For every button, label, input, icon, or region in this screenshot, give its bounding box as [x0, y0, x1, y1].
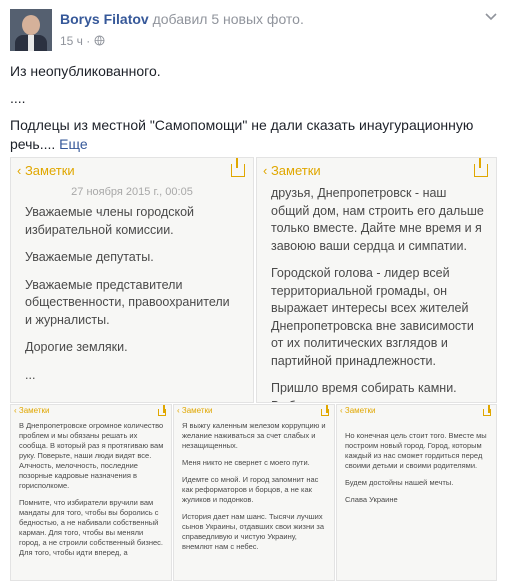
notes-nav-bar: ‹ Заметки [257, 158, 496, 186]
post-text-line: .... [10, 90, 26, 106]
author-name[interactable]: Borys Filatov [60, 11, 149, 27]
avatar[interactable] [10, 9, 52, 51]
note-paragraph: Слава Украине [345, 495, 398, 504]
notes-nav-bar: ‹ Заметки [337, 405, 496, 419]
header-line: Borys Filatov добавил 5 новых фото. [60, 11, 304, 27]
note-date: 27 ноября 2015 г., 00:05 [71, 186, 193, 198]
post-text-line: Подлецы из местной "Самопомощи" не дали … [10, 117, 474, 152]
share-icon [483, 405, 491, 416]
notes-back-button: ‹ Заметки [177, 406, 213, 415]
note-paragraph: Меня никто не свернет с моего пути. [182, 458, 310, 467]
note-paragraph: Идемте со мной. И город запомнит нас как… [182, 475, 319, 504]
notes-back-button: ‹ Заметки [263, 163, 321, 178]
note-paragraph: Будем достойны нашей мечты. [345, 478, 454, 487]
note-body: друзья, Днепропетровск - наш общий дом, … [271, 185, 484, 402]
photo-4[interactable]: ‹ Заметки Я выжгу каленным железом корру… [173, 404, 335, 581]
photo-2[interactable]: ‹ Заметки друзья, Днепропетровск - наш о… [256, 157, 497, 403]
notes-back-button: ‹ Заметки [17, 163, 75, 178]
note-paragraph: История дает нам шанс. Тысячи лучших сын… [182, 512, 324, 551]
notes-nav-bar: ‹ Заметки [11, 158, 253, 186]
note-paragraph: Городской голова - лидер всей территориа… [271, 266, 474, 368]
note-body: Уважаемые члены городской избирательной … [25, 204, 239, 394]
meta-separator: · [86, 34, 91, 48]
notes-nav-bar: ‹ Заметки [174, 405, 334, 419]
facebook-post: Borys Filatov добавил 5 новых фото. 15 ч… [0, 0, 505, 587]
chevron-down-icon[interactable] [485, 10, 497, 24]
photo-5[interactable]: ‹ Заметки Но конечная цель стоит того. В… [336, 404, 497, 581]
notes-nav-bar: ‹ Заметки [11, 405, 171, 419]
post-timestamp[interactable]: 15 ч [60, 34, 83, 48]
notes-back-button: ‹ Заметки [340, 406, 376, 415]
note-paragraph: Уважаемые депутаты. [25, 250, 154, 264]
share-icon [231, 158, 245, 177]
post-action-text: добавил 5 новых фото. [152, 11, 304, 27]
see-more-link[interactable]: Еще [59, 136, 88, 152]
note-paragraph: Помните, что избиратели вручили вам манд… [19, 498, 163, 557]
note-paragraph: Уважаемые члены городской избирательной … [25, 205, 195, 237]
note-paragraph: ... [25, 367, 36, 382]
note-paragraph: Но конечная цель стоит того. Вместе мы п… [345, 431, 487, 470]
note-body: Но конечная цель стоит того. Вместе мы п… [345, 431, 490, 512]
note-paragraph: В Днепропетровске огромное количество пр… [19, 421, 164, 490]
post-text: Из неопубликованного. .... Подлецы из ме… [10, 62, 495, 162]
share-icon [474, 158, 488, 177]
photo-1[interactable]: ‹ Заметки 27 ноября 2015 г., 00:05 Уважа… [10, 157, 254, 403]
post-meta: 15 ч · [60, 34, 105, 48]
photo-3[interactable]: ‹ Заметки В Днепропетровске огромное кол… [10, 404, 172, 581]
globe-icon[interactable] [94, 34, 105, 48]
note-paragraph: друзья, Днепропетровск - наш общий дом, … [271, 186, 484, 253]
note-body: Я выжгу каленным железом коррупцию и жел… [182, 421, 328, 559]
share-icon [158, 405, 166, 416]
note-paragraph: Я выжгу каленным железом коррупцию и жел… [182, 421, 326, 450]
notes-back-button: ‹ Заметки [14, 406, 50, 415]
note-paragraph: Дорогие земляки. [25, 340, 128, 354]
note-paragraph: Пришло время собирать камни. Выборы зако… [271, 381, 457, 402]
note-body: В Днепропетровске огромное количество пр… [19, 421, 165, 565]
note-paragraph: Уважаемые представители общественности, … [25, 277, 230, 327]
post-text-line: Из неопубликованного. [10, 63, 161, 79]
share-icon [321, 405, 329, 416]
